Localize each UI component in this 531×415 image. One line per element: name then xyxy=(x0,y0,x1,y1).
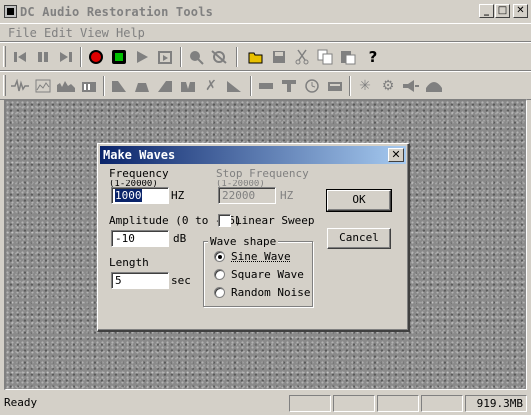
brain-icon[interactable]: ⚙ xyxy=(379,77,397,95)
toolbar-separator xyxy=(180,47,182,67)
make-waves-dialog: Make Waves ✕ Frequency (1-20000) 1000 HZ… xyxy=(97,143,410,332)
cross-fade-icon[interactable]: ✗ xyxy=(202,77,220,95)
status-pane-1 xyxy=(289,395,331,412)
frequency-range-label: (1-20000) xyxy=(109,180,158,187)
amplitude-unit: dB xyxy=(173,232,187,245)
tools-toolbar: ✗ ✳ ⚙ xyxy=(0,71,531,100)
skip-back-icon[interactable] xyxy=(11,48,29,66)
zoom-icon[interactable] xyxy=(187,48,205,66)
minimize-button[interactable]: _ xyxy=(479,4,494,18)
close-icon: ✕ xyxy=(516,5,525,16)
frequency-unit: HZ xyxy=(171,189,185,202)
square-wave-radio[interactable] xyxy=(214,269,225,280)
dialog-title-bar[interactable]: Make Waves ✕ xyxy=(100,146,406,164)
menu-file[interactable]: File xyxy=(8,26,37,40)
status-pane-3 xyxy=(377,395,419,412)
length-input[interactable]: 5 xyxy=(111,272,169,289)
ok-button[interactable]: OK xyxy=(326,189,392,212)
window-title: DC Audio Restoration Tools xyxy=(20,5,214,19)
close-button[interactable]: ✕ xyxy=(513,4,528,18)
filter-bandpass-icon[interactable] xyxy=(133,77,151,95)
levels-icon[interactable] xyxy=(57,77,75,95)
stop-frequency-unit: HZ xyxy=(280,189,294,202)
amplitude-input[interactable]: -10 xyxy=(111,230,169,247)
toolbar-grip[interactable] xyxy=(3,75,6,96)
filter-highpass-icon[interactable] xyxy=(156,77,174,95)
linear-sweep-label[interactable]: Linear Sweep xyxy=(235,214,314,227)
dome-icon[interactable] xyxy=(425,77,443,95)
linear-sweep-checkbox[interactable] xyxy=(218,214,231,227)
title-bar: DC Audio Restoration Tools _ □ ✕ xyxy=(0,0,531,24)
waveform-icon[interactable] xyxy=(11,77,29,95)
frequency-label: Frequency xyxy=(109,167,169,180)
open-folder-icon[interactable] xyxy=(247,48,265,66)
menu-view[interactable]: View xyxy=(80,26,109,40)
copy-icon[interactable] xyxy=(316,48,334,66)
length-label: Length xyxy=(109,256,149,269)
help-icon[interactable]: ? xyxy=(364,48,382,66)
app-icon[interactable] xyxy=(4,5,17,18)
record-icon[interactable] xyxy=(87,48,105,66)
meter-icon[interactable] xyxy=(80,77,98,95)
menu-bar: File Edit View Help xyxy=(0,24,531,42)
skip-forward-icon[interactable] xyxy=(57,48,75,66)
mono-icon[interactable] xyxy=(257,77,275,95)
random-noise-label[interactable]: Random Noise xyxy=(231,286,310,299)
toolbar-separator xyxy=(236,47,238,67)
dialog-title: Make Waves xyxy=(103,148,176,162)
toolbar-separator xyxy=(80,47,82,67)
toolbar-separator xyxy=(349,76,351,96)
status-text: Ready xyxy=(4,396,38,409)
maximize-button[interactable]: □ xyxy=(495,4,510,18)
status-pane-4 xyxy=(421,395,463,412)
toolbar-separator xyxy=(250,76,252,96)
transport-toolbar: ? xyxy=(0,42,531,71)
status-pane-2 xyxy=(333,395,375,412)
paste-icon[interactable] xyxy=(339,48,357,66)
ramp-icon[interactable] xyxy=(225,77,243,95)
toolbar-grip[interactable] xyxy=(3,46,6,67)
filter-lowpass-icon[interactable] xyxy=(110,77,128,95)
cut-icon[interactable] xyxy=(293,48,311,66)
speaker-icon[interactable] xyxy=(402,77,420,95)
menu-edit[interactable]: Edit xyxy=(44,26,73,40)
menu-help[interactable]: Help xyxy=(116,26,145,40)
close-icon: ✕ xyxy=(391,148,401,161)
spectrum-icon[interactable] xyxy=(34,77,52,95)
stop-frequency-input[interactable]: 22000 xyxy=(218,187,276,204)
dialog-close-button[interactable]: ✕ xyxy=(388,148,404,162)
frequency-input[interactable]: 1000 xyxy=(111,187,169,204)
random-noise-radio[interactable] xyxy=(214,287,225,298)
zoom-fit-icon[interactable] xyxy=(210,48,228,66)
play-icon[interactable] xyxy=(133,48,151,66)
filter-notch-icon[interactable] xyxy=(179,77,197,95)
save-icon[interactable] xyxy=(270,48,288,66)
toolbar-separator xyxy=(103,76,105,96)
stop-frequency-label: Stop Frequency xyxy=(216,167,309,180)
pause-icon[interactable] xyxy=(34,48,52,66)
minimize-icon: _ xyxy=(484,5,489,16)
split-icon[interactable] xyxy=(280,77,298,95)
stop-icon[interactable] xyxy=(110,48,128,66)
disk-space-indicator: 919.3MB xyxy=(465,395,527,412)
loop-play-icon[interactable] xyxy=(156,48,174,66)
wave-shape-title: Wave shape xyxy=(208,235,279,248)
cancel-button[interactable]: Cancel xyxy=(327,228,391,249)
status-bar: Ready 919.3MB xyxy=(0,393,531,415)
stop-frequency-range-label: (1-20000) xyxy=(216,180,265,187)
length-unit: sec xyxy=(171,274,191,287)
sine-wave-label[interactable]: Sine Wave xyxy=(231,250,291,263)
maximize-icon: □ xyxy=(497,5,508,16)
square-wave-label[interactable]: Square Wave xyxy=(231,268,304,281)
sine-wave-radio[interactable] xyxy=(214,251,225,262)
normalize-icon[interactable] xyxy=(326,77,344,95)
clock-icon[interactable] xyxy=(303,77,321,95)
declick-icon[interactable]: ✳ xyxy=(356,77,374,95)
